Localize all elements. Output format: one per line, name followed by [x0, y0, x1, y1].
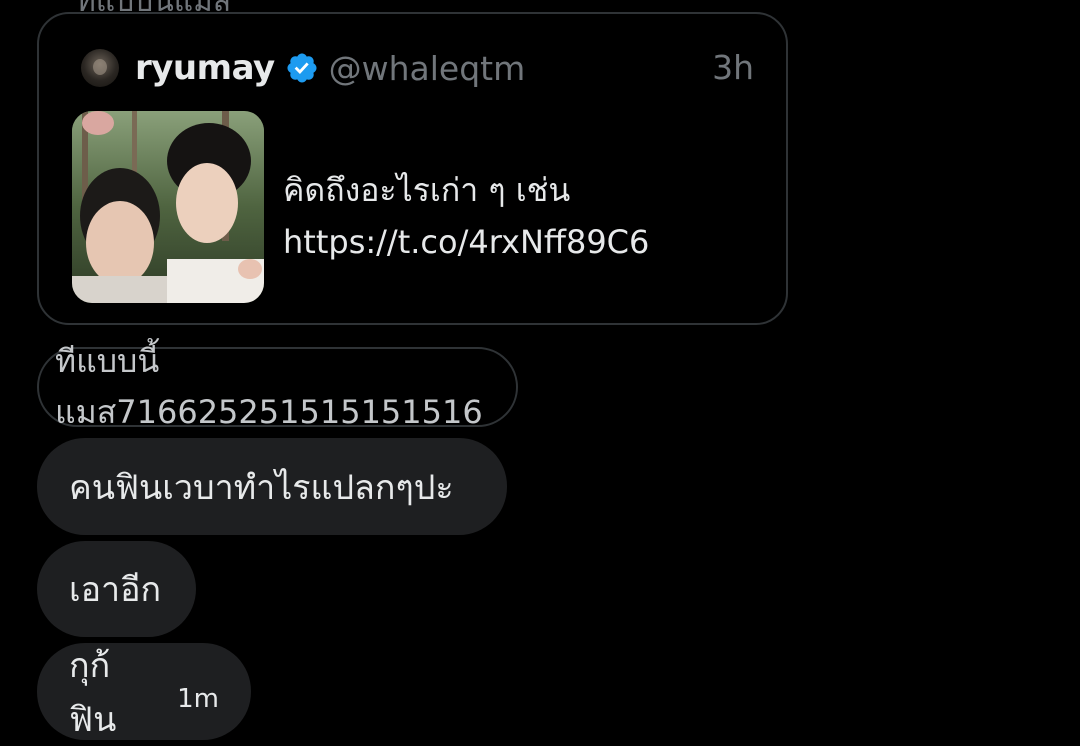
message-timestamp: 1m: [177, 683, 219, 714]
message-bubble[interactable]: กุก้ฟิน 1m: [37, 643, 251, 740]
tweet-timestamp: 3h: [712, 48, 754, 87]
tweet-link[interactable]: https://t.co/4rxNff89C6: [283, 216, 649, 268]
message-text: ทีแบบนี้แมส716625251515151516: [55, 342, 483, 431]
quoted-tweet-text[interactable]: คิดถึงอะไรเก่า ๆ เช่น https://t.co/4rxNf…: [283, 164, 649, 268]
message-bubble[interactable]: คนฟินเวบาทำไรแปลกๆปะ: [37, 438, 507, 535]
tweet-text-line: คิดถึงอะไรเก่า ๆ เช่น: [283, 171, 571, 209]
message-text: คนฟินเวบาทำไรแปลกๆปะ: [69, 467, 454, 508]
message-outlined[interactable]: ทีแบบนี้แมส716625251515151516: [37, 342, 518, 431]
verified-badge-icon: [287, 53, 317, 83]
quoted-tweet-header: ryumay @whaleqtm 3h: [81, 46, 754, 90]
tweet-media-thumbnail[interactable]: [72, 111, 264, 303]
message-bubble[interactable]: เอาอีก: [37, 541, 196, 637]
message-text: เอาอีก: [69, 570, 162, 610]
photo-image: [72, 111, 264, 303]
author-handle[interactable]: @whaleqtm: [329, 49, 526, 88]
message-text: กุก้ฟิน: [69, 645, 117, 740]
author-name[interactable]: ryumay: [135, 48, 275, 88]
quoted-tweet-card[interactable]: ryumay @whaleqtm 3h คิดถึงอะไรเก่า ๆ เช่…: [37, 12, 788, 325]
avatar[interactable]: [81, 49, 119, 87]
